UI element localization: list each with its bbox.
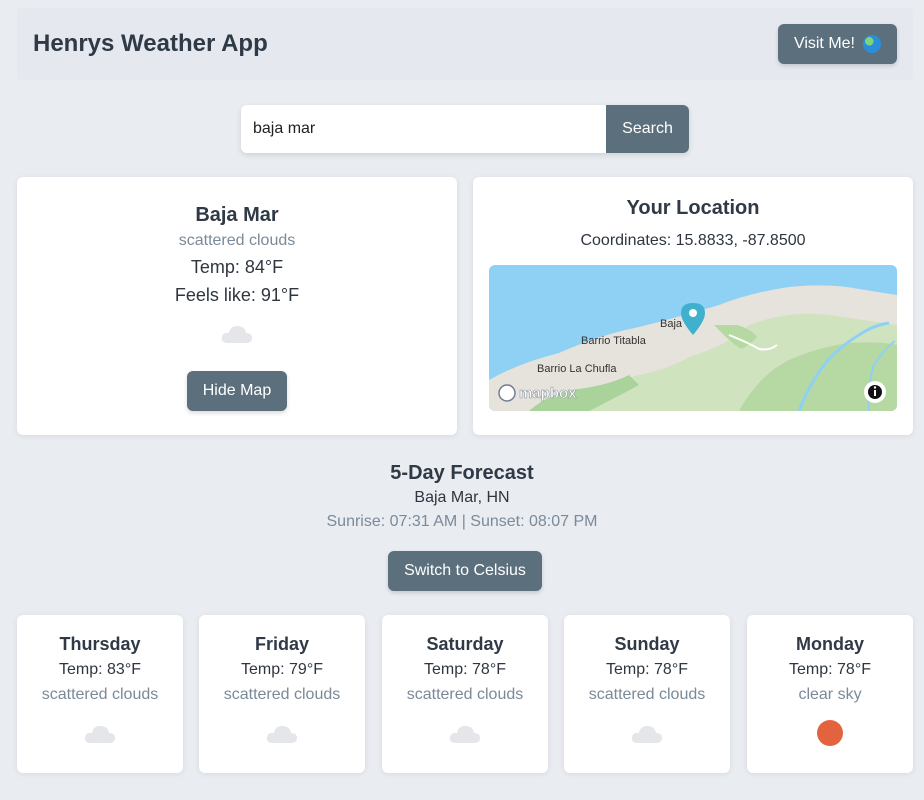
current-temp: Temp: 84°F bbox=[190, 257, 284, 277]
cloud-icon bbox=[266, 726, 297, 743]
location-card: Your Location Coordinates: 15.8833, -87.… bbox=[473, 177, 913, 435]
day-condition: scattered clouds bbox=[588, 686, 706, 703]
visit-me-label: Visit Me! bbox=[793, 35, 855, 52]
mapbox-wordmark: mapbox bbox=[519, 385, 577, 402]
hide-map-button[interactable]: Hide Map bbox=[187, 371, 287, 411]
day-name: Friday bbox=[254, 634, 310, 654]
feels-like: Feels like: 91°F bbox=[174, 285, 300, 305]
forecast-day-card: Saturday Temp: 78°F scattered clouds bbox=[382, 615, 548, 773]
cloud-icon bbox=[631, 726, 662, 743]
forecast-day-card: Friday Temp: 79°F scattered clouds bbox=[199, 615, 365, 773]
day-temp: Temp: 78°F bbox=[789, 661, 871, 678]
map-label-chufla: Barrio La Chufla bbox=[537, 363, 617, 375]
sun-times: Sunrise: 07:31 AM | Sunset: 08:07 PM bbox=[326, 513, 598, 530]
day-temp: Temp: 78°F bbox=[606, 661, 688, 678]
search-button[interactable]: Search bbox=[606, 105, 689, 153]
forecast-title: 5-Day Forecast bbox=[390, 462, 534, 484]
map[interactable]: Baja Barrio Titabla Barrio La Chufla map… bbox=[489, 265, 897, 411]
day-condition: scattered clouds bbox=[41, 686, 159, 703]
app-title: Henrys Weather App bbox=[33, 30, 268, 57]
day-condition: clear sky bbox=[798, 686, 862, 703]
current-condition: scattered clouds bbox=[178, 232, 296, 249]
cloud-icon bbox=[84, 726, 115, 743]
city-name: Baja Mar bbox=[195, 204, 279, 226]
current-weather-card: Baja Mar scattered clouds Temp: 84°F Fee… bbox=[17, 177, 457, 435]
day-temp: Temp: 79°F bbox=[241, 661, 323, 678]
globe-icon bbox=[863, 35, 881, 53]
mapbox-logo: mapbox bbox=[498, 384, 577, 402]
day-name: Thursday bbox=[59, 634, 141, 654]
day-temp: Temp: 78°F bbox=[424, 661, 506, 678]
cloud-icon bbox=[449, 726, 480, 743]
search-bar: Search bbox=[241, 105, 689, 153]
map-canvas[interactable]: Baja Barrio Titabla Barrio La Chufla map… bbox=[489, 265, 897, 411]
day-temp: Temp: 83°F bbox=[59, 661, 141, 678]
forecast-day-card: Sunday Temp: 78°F scattered clouds bbox=[564, 615, 730, 773]
app-header: Henrys Weather App Visit Me! bbox=[17, 8, 913, 80]
day-name: Saturday bbox=[426, 634, 504, 654]
forecast-location: Baja Mar, HN bbox=[414, 489, 510, 506]
map-label-baja: Baja bbox=[660, 318, 683, 330]
visit-me-button[interactable]: Visit Me! bbox=[777, 24, 897, 64]
map-info-icon[interactable] bbox=[864, 381, 886, 403]
day-condition: scattered clouds bbox=[406, 686, 524, 703]
day-name: Sunday bbox=[614, 634, 680, 654]
coordinates: Coordinates: 15.8833, -87.8500 bbox=[580, 232, 806, 249]
map-label-titabla: Barrio Titabla bbox=[581, 335, 647, 347]
forecast-day-card: Monday Temp: 78°F clear sky bbox=[747, 615, 913, 773]
switch-units-button[interactable]: Switch to Celsius bbox=[388, 551, 542, 591]
sun-icon bbox=[817, 720, 843, 746]
search-input[interactable] bbox=[241, 105, 606, 153]
forecast-day-card: Thursday Temp: 83°F scattered clouds bbox=[17, 615, 183, 773]
day-name: Monday bbox=[795, 634, 864, 654]
cloud-icon bbox=[221, 326, 252, 343]
location-title: Your Location bbox=[626, 197, 760, 219]
day-condition: scattered clouds bbox=[223, 686, 341, 703]
